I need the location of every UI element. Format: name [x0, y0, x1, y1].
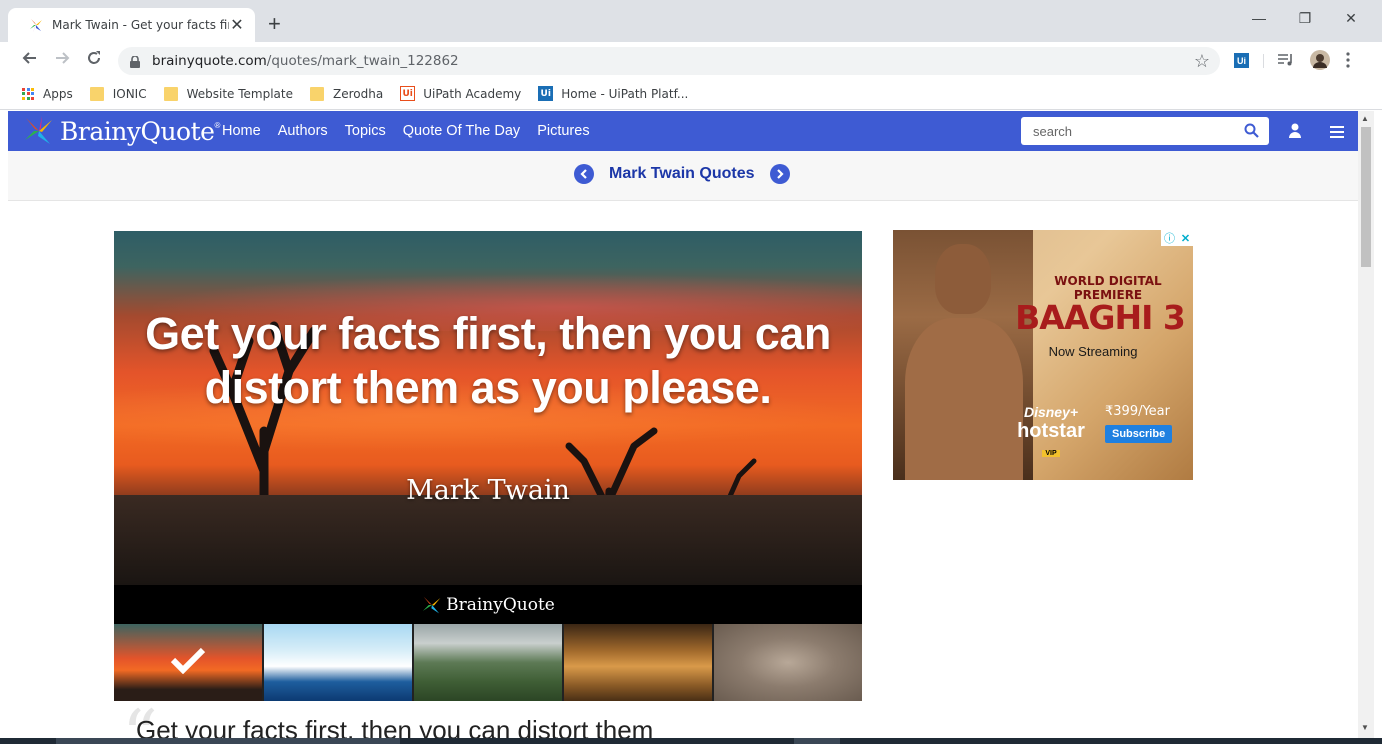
thumbnail-iceberg[interactable]	[264, 624, 412, 701]
hamburger-menu-icon[interactable]	[1330, 125, 1344, 143]
scroll-down-icon[interactable]: ▼	[1361, 723, 1369, 732]
previous-quote-button[interactable]	[574, 164, 594, 184]
forward-button[interactable]	[50, 48, 74, 72]
scroll-up-icon[interactable]: ▲	[1361, 114, 1369, 123]
next-quote-button[interactable]	[769, 164, 790, 184]
folder-icon	[89, 86, 104, 101]
ad-price: ₹399/Year	[1105, 404, 1170, 419]
page-viewport: BrainyQuote ® Home Authors Topics Quote …	[8, 111, 1358, 738]
url-host: brainyquote.com	[152, 53, 267, 69]
minimize-button[interactable]: —	[1244, 10, 1274, 26]
site-header: BrainyQuote ® Home Authors Topics Quote …	[8, 111, 1358, 151]
os-taskbar	[0, 738, 1382, 744]
bookmark-label: Zerodha	[333, 86, 384, 101]
site-logo[interactable]: BrainyQuote ®	[22, 113, 220, 149]
ad-streaming-text: Now Streaming	[1048, 344, 1138, 359]
url-path: /quotes/mark_twain_122862	[266, 53, 459, 69]
info-icon: ⓘ	[1163, 233, 1175, 245]
restore-button[interactable]: ❐	[1290, 10, 1320, 27]
ad-hotstar-text: hotstar	[1017, 420, 1085, 442]
bookmark-website-template[interactable]: Website Template	[163, 86, 293, 101]
page-scrollbar[interactable]: ▲ ▼	[1358, 111, 1374, 738]
quote-card: “ Get your facts first, then you can dis…	[114, 701, 862, 738]
background-thumbnails	[114, 624, 862, 701]
ad-title: BAAGHI 3	[1015, 298, 1186, 337]
brainyquote-favicon-icon	[28, 17, 44, 33]
bookmark-ionic[interactable]: IONIC	[89, 86, 147, 101]
nav-topics[interactable]: Topics	[345, 123, 386, 139]
bookmark-label: Home - UiPath Platf...	[561, 86, 689, 101]
site-nav: Home Authors Topics Quote Of The Day Pic…	[222, 111, 607, 151]
apps-grid-icon	[22, 87, 34, 100]
tab-title: Mark Twain - Get your facts first,	[52, 18, 229, 32]
back-button[interactable]	[18, 48, 42, 72]
browser-toolbar: brainyquote.com/quotes/mark_twain_122862…	[0, 42, 1382, 78]
reload-button[interactable]	[82, 48, 106, 72]
bookmark-zerodha[interactable]: Zerodha	[310, 86, 384, 101]
author-subnav: Mark Twain Quotes	[8, 151, 1358, 201]
thumbnail-desert-selected[interactable]	[114, 624, 262, 701]
ad-disney-text: Disney+	[1023, 404, 1079, 420]
thumbnail-texture[interactable]	[714, 624, 862, 701]
bookmark-star-icon[interactable]: ☆	[1194, 51, 1210, 72]
nav-quote-of-the-day[interactable]: Quote Of The Day	[403, 123, 520, 139]
hotstar-logo: Disney+ hotstar VIP	[1011, 404, 1091, 460]
site-search-input[interactable]	[1021, 117, 1269, 145]
advertisement[interactable]: WORLD DIGITAL PREMIERE BAAGHI 3 Now Stre…	[893, 230, 1193, 480]
scroll-thumb[interactable]	[1361, 127, 1371, 267]
nav-home[interactable]: Home	[222, 123, 261, 139]
bookmark-label: UiPath Academy	[423, 86, 522, 101]
logo-text: BrainyQuote	[60, 116, 215, 146]
folder-icon	[310, 86, 324, 101]
uipath-extension-icon[interactable]: Ui	[1234, 53, 1257, 68]
tab-close-icon[interactable]: ✕	[229, 15, 245, 35]
author-quotes-link[interactable]: Mark Twain Quotes	[609, 165, 755, 183]
browser-menu-icon[interactable]	[1346, 52, 1350, 73]
quote-picture-text: Get your facts first, then you can disto…	[145, 308, 831, 413]
media-control-icon[interactable]	[1278, 53, 1294, 72]
bookmark-uipath-academy[interactable]: Ui UiPath Academy	[400, 86, 521, 101]
user-icon[interactable]	[1288, 123, 1302, 143]
bookmark-label: Website Template	[186, 86, 293, 101]
nav-pictures[interactable]: Pictures	[537, 123, 589, 139]
thumbnail-valley[interactable]	[414, 624, 562, 701]
close-icon: ✕	[1180, 232, 1191, 245]
new-tab-button[interactable]: +	[268, 12, 281, 36]
picture-brand-bar: BrainyQuote	[114, 585, 862, 624]
thumbnail-field[interactable]	[564, 624, 712, 701]
bookmark-label: Apps	[43, 86, 73, 101]
chevron-left-icon	[580, 169, 587, 179]
folder-icon	[163, 86, 178, 101]
browser-tabstrip: Mark Twain - Get your facts first, ✕ + —…	[0, 0, 1382, 42]
bookmarks-bar: Apps IONIC Website Template Zerodha Ui U…	[0, 78, 1382, 110]
ad-choices[interactable]: ⓘ ✕	[1161, 230, 1193, 246]
lock-icon	[130, 55, 140, 68]
search-icon[interactable]	[1244, 123, 1259, 143]
reload-icon	[88, 51, 100, 64]
bookmark-apps[interactable]: Apps	[22, 87, 73, 101]
browser-tab[interactable]: Mark Twain - Get your facts first, ✕	[8, 8, 255, 42]
back-arrow-icon	[22, 52, 36, 64]
brand-caption: BrainyQuote	[446, 594, 555, 615]
profile-avatar[interactable]	[1310, 50, 1330, 75]
checkmark-icon	[170, 647, 206, 674]
uipath-icon: Ui	[538, 86, 554, 101]
ad-subscribe-button[interactable]: Subscribe	[1105, 425, 1173, 443]
quote-card-text[interactable]: Get your facts first, then you can disto…	[136, 715, 653, 738]
address-bar[interactable]: brainyquote.com/quotes/mark_twain_122862…	[118, 47, 1220, 75]
close-window-button[interactable]: ✕	[1336, 10, 1366, 27]
forward-arrow-icon	[56, 52, 70, 64]
nav-authors[interactable]: Authors	[278, 123, 328, 139]
logo-registered-mark: ®	[214, 120, 221, 130]
quote-picture-author: Mark Twain	[406, 475, 570, 506]
bookmark-uipath-home[interactable]: Ui Home - UiPath Platf...	[538, 86, 688, 101]
chevron-right-icon	[776, 169, 784, 179]
uipath-icon: Ui	[400, 86, 416, 101]
brainyquote-logo-icon	[423, 596, 441, 615]
toolbar-divider	[1263, 54, 1264, 68]
quote-picture[interactable]: Get your facts first, then you can disto…	[114, 231, 862, 585]
ad-vip-badge: VIP	[1042, 450, 1060, 457]
brainyquote-logo-icon	[25, 116, 52, 147]
bookmark-label: IONIC	[112, 86, 147, 101]
